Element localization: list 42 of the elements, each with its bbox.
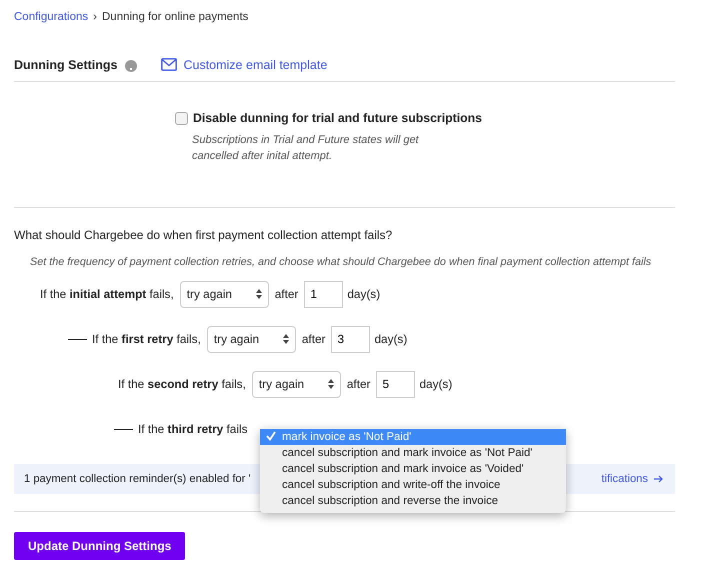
checkbox-label: Disable dunning for trial and future subscriptions (193, 111, 482, 125)
retry-label: If the first retry fails, (92, 332, 201, 346)
breadcrumb-current: Dunning for online payments (102, 11, 248, 23)
question-text: What should Chargebee do when first payment collection attempt fails? (14, 228, 394, 242)
dash-line (68, 338, 87, 340)
action-select[interactable]: try again (206, 326, 296, 352)
days-field[interactable]: 5 (376, 370, 416, 398)
checkbox[interactable] (175, 112, 188, 124)
menu-option[interactable]: cancel subscription and mark invoice as 'Voided' (260, 461, 566, 477)
updown-icon (328, 379, 334, 389)
action-select[interactable]: try again (252, 370, 341, 398)
updown-icon (282, 334, 289, 344)
retry-label: If the second retry fails, (118, 377, 246, 391)
arrow-right-icon (654, 475, 663, 483)
after-label: after (346, 377, 370, 391)
menu-option[interactable]: cancel subscription and mark invoice as 'Not Paid' (260, 445, 566, 461)
hint-text: Set the frequency of payment collection retries, and choose what should Chargebee do when final payment collection attempt fails (30, 256, 652, 268)
retry-label: If the third retry fails (138, 422, 248, 436)
unit-label: day(s) (419, 377, 452, 391)
retry-label: If the initial attempt fails, (40, 287, 174, 301)
help-icon[interactable] (125, 60, 138, 72)
menu-option[interactable]: cancel subscription and reverse the invoice (260, 493, 566, 509)
after-label: after (302, 332, 326, 346)
customize-email-link[interactable]: Customize email template (161, 58, 328, 72)
section-title: Dunning Settings (14, 58, 118, 72)
breadcrumb-link[interactable]: Configurations (14, 11, 88, 23)
unit-label: day(s) (374, 332, 408, 346)
days-field[interactable]: 1 (304, 280, 344, 308)
menu-option[interactable]: cancel subscription and write-off the invoice (260, 477, 566, 493)
banner-text: 1 payment collection reminder(s) enabled for ' (24, 473, 251, 485)
check-icon (266, 430, 276, 440)
action-select[interactable]: try again (180, 280, 269, 308)
option-note: Subscriptions in Trial and Future states will get cancelled after inital attempt. (192, 133, 420, 164)
mail-icon (161, 58, 178, 71)
updown-icon (256, 289, 262, 299)
breadcrumb-separator: › (93, 11, 97, 23)
after-label: after (274, 287, 298, 301)
notifications-link[interactable]: tifications (601, 473, 663, 485)
dash-line (114, 428, 133, 430)
days-field[interactable]: 3 (331, 326, 370, 352)
update-button[interactable]: Update Dunning Settings (14, 532, 186, 560)
unit-label: day(s) (347, 287, 380, 301)
